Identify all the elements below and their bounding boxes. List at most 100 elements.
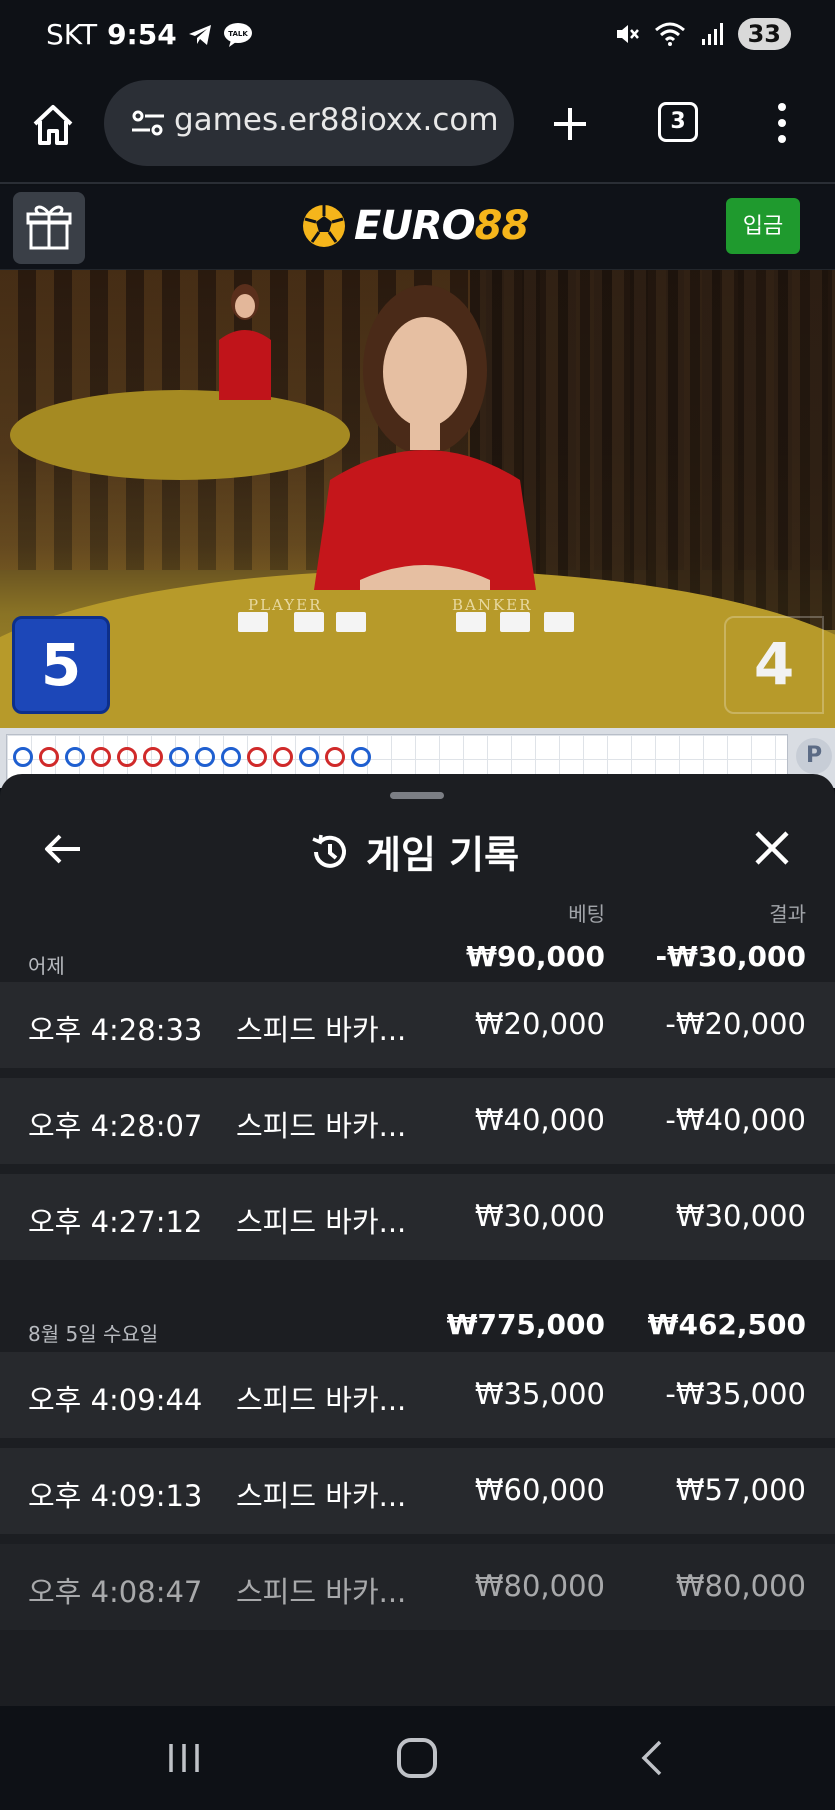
row-game: 스피드 바카... bbox=[236, 1205, 407, 1239]
road-marker bbox=[325, 747, 345, 767]
sheet-drag-handle[interactable] bbox=[390, 792, 444, 799]
history-icon bbox=[312, 834, 346, 868]
banker-card bbox=[500, 612, 530, 632]
site-header: EURO88 입금 bbox=[0, 186, 835, 270]
road-marker bbox=[169, 747, 189, 767]
system-navigation-bar bbox=[0, 1706, 835, 1810]
gift-button[interactable] bbox=[13, 192, 85, 264]
mute-icon bbox=[616, 25, 639, 43]
battery-indicator: 33 bbox=[737, 18, 791, 50]
close-icon[interactable] bbox=[752, 828, 792, 868]
history-row[interactable]: 오후 4:08:47 스피드 바카... ₩80,000 ₩80,000 bbox=[0, 1544, 835, 1630]
result-column-header: 결과 bbox=[769, 902, 806, 926]
history-row[interactable]: 오후 4:28:07 스피드 바카... ₩40,000 -₩40,000 bbox=[0, 1078, 835, 1164]
row-game: 스피드 바카... bbox=[236, 1575, 407, 1609]
road-marker bbox=[13, 747, 33, 767]
background-dealer bbox=[219, 284, 271, 400]
row-bet: ₩30,000 bbox=[474, 1199, 605, 1233]
telegram-icon bbox=[188, 24, 211, 45]
player-card bbox=[238, 612, 268, 632]
live-game-video[interactable]: PLAYER BANKER 5 4 bbox=[0, 270, 835, 728]
road-marker bbox=[299, 747, 319, 767]
group-bet-total: ₩775,000 bbox=[446, 1308, 605, 1341]
road-marker bbox=[247, 747, 267, 767]
road-marker bbox=[221, 747, 241, 767]
row-time: 오후 4:09:44 bbox=[28, 1383, 203, 1417]
road-side-label[interactable]: P bbox=[796, 738, 832, 774]
url-text[interactable]: games.er88ioxx.com bbox=[174, 102, 499, 138]
row-time: 오후 4:09:13 bbox=[28, 1479, 203, 1513]
carrier-label: SKT bbox=[46, 18, 98, 51]
history-row[interactable]: 오후 4:28:33 스피드 바카... ₩20,000 -₩20,000 bbox=[0, 982, 835, 1068]
date-group-header: 8월 5일 수요일 ₩775,000 ₩462,500 bbox=[0, 1302, 835, 1346]
tab-switcher-button[interactable]: 3 bbox=[658, 102, 698, 142]
player-card bbox=[336, 612, 366, 632]
wifi-icon bbox=[654, 22, 685, 46]
row-time: 오후 4:28:33 bbox=[28, 1013, 203, 1047]
group-date: 8월 5일 수요일 bbox=[28, 1322, 159, 1346]
banker-score: 4 bbox=[724, 616, 824, 714]
site-settings-icon[interactable] bbox=[130, 108, 166, 138]
row-time: 오후 4:27:12 bbox=[28, 1205, 203, 1239]
road-marker bbox=[65, 747, 85, 767]
back-nav-icon[interactable] bbox=[636, 1738, 666, 1778]
group-date: 어제 bbox=[28, 954, 65, 978]
player-score: 5 bbox=[12, 616, 110, 714]
row-result: -₩20,000 bbox=[665, 1007, 806, 1041]
row-bet: ₩60,000 bbox=[474, 1473, 605, 1507]
history-row[interactable]: 오후 4:09:44 스피드 바카... ₩35,000 -₩35,000 bbox=[0, 1352, 835, 1438]
row-game: 스피드 바카... bbox=[236, 1479, 407, 1513]
gift-icon bbox=[26, 205, 72, 250]
road-marker bbox=[117, 747, 137, 767]
road-marker bbox=[91, 747, 111, 767]
date-group-header: 어제 ₩90,000 -₩30,000 bbox=[0, 934, 835, 978]
deposit-button[interactable]: 입금 bbox=[726, 198, 800, 254]
row-game: 스피드 바카... bbox=[236, 1383, 407, 1417]
banker-card bbox=[456, 612, 486, 632]
row-result: ₩57,000 bbox=[675, 1473, 806, 1507]
euro88-logo[interactable]: EURO88 bbox=[300, 196, 530, 256]
row-result: -₩35,000 bbox=[665, 1377, 806, 1411]
dealer bbox=[314, 285, 536, 590]
road-marker bbox=[195, 747, 215, 767]
address-bar[interactable]: games.er88ioxx.com bbox=[104, 80, 514, 166]
soccer-ball-icon bbox=[303, 205, 345, 247]
back-arrow-icon[interactable] bbox=[42, 828, 84, 870]
row-bet: ₩40,000 bbox=[474, 1103, 605, 1137]
row-result: ₩80,000 bbox=[675, 1569, 806, 1603]
more-menu-icon[interactable] bbox=[770, 100, 794, 146]
svg-text:TALK: TALK bbox=[228, 30, 248, 38]
home-nav-button[interactable] bbox=[397, 1738, 437, 1778]
clock: 9:54 bbox=[107, 18, 177, 51]
row-bet: ₩80,000 bbox=[474, 1569, 605, 1603]
road-marker bbox=[351, 747, 371, 767]
sheet-title: 게임 기록 bbox=[366, 833, 520, 877]
row-time: 오후 4:08:47 bbox=[28, 1575, 203, 1609]
recent-apps-icon[interactable] bbox=[166, 1742, 202, 1774]
logo-text-88: 88 bbox=[474, 203, 530, 249]
game-history-sheet: 게임 기록 베팅 결과 어제 ₩90,000 -₩30,000 오후 4:28:… bbox=[0, 774, 835, 1706]
signal-icon bbox=[701, 23, 723, 45]
road-marker bbox=[39, 747, 59, 767]
history-row[interactable]: 오후 4:09:13 스피드 바카... ₩60,000 ₩57,000 bbox=[0, 1448, 835, 1534]
road-marker bbox=[143, 747, 163, 767]
row-game: 스피드 바카... bbox=[236, 1109, 407, 1143]
banker-card bbox=[544, 612, 574, 632]
bet-column-header: 베팅 bbox=[568, 902, 605, 926]
road-marker bbox=[273, 747, 293, 767]
home-icon[interactable] bbox=[30, 102, 76, 148]
browser-toolbar: games.er88ioxx.com 3 bbox=[0, 72, 835, 184]
kakaotalk-icon: TALK bbox=[223, 22, 252, 47]
row-time: 오후 4:28:07 bbox=[28, 1109, 203, 1143]
row-game: 스피드 바카... bbox=[236, 1013, 407, 1047]
group-result-total: -₩30,000 bbox=[655, 940, 806, 973]
logo-text-euro: EURO bbox=[354, 203, 476, 249]
row-result: -₩40,000 bbox=[665, 1103, 806, 1137]
new-tab-icon[interactable] bbox=[548, 102, 592, 146]
player-card bbox=[294, 612, 324, 632]
row-result: ₩30,000 bbox=[675, 1199, 806, 1233]
row-bet: ₩20,000 bbox=[474, 1007, 605, 1041]
history-row[interactable]: 오후 4:27:12 스피드 바카... ₩30,000 ₩30,000 bbox=[0, 1174, 835, 1260]
status-bar: SKT 9:54 TALK 33 bbox=[0, 0, 835, 72]
back-table bbox=[10, 390, 350, 480]
